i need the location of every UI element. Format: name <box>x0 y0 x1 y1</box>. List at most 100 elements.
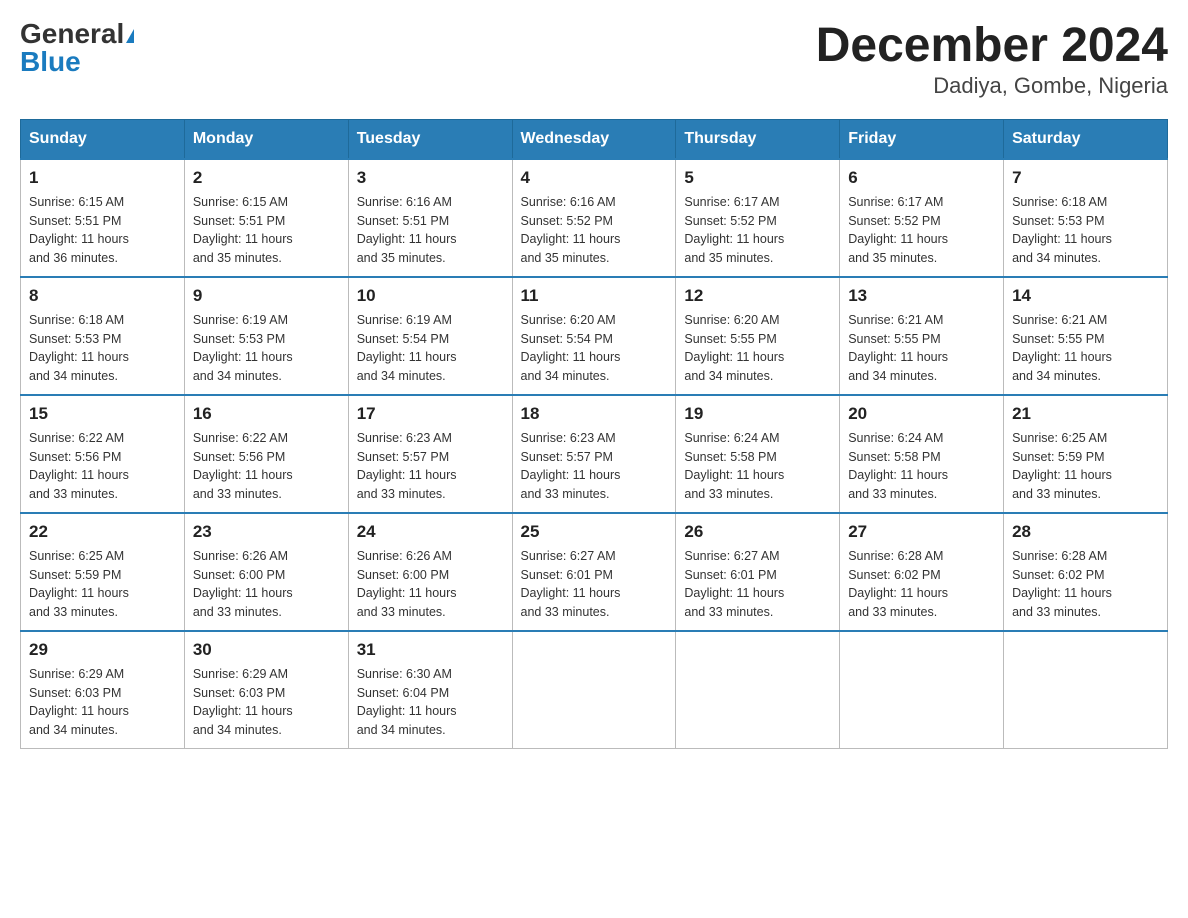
calendar-cell: 9 Sunrise: 6:19 AM Sunset: 5:53 PM Dayli… <box>184 277 348 395</box>
day-number: 13 <box>848 286 995 306</box>
day-info: Sunrise: 6:27 AM Sunset: 6:01 PM Dayligh… <box>521 547 668 622</box>
day-info: Sunrise: 6:19 AM Sunset: 5:53 PM Dayligh… <box>193 311 340 386</box>
daylight-minutes: and 36 minutes. <box>29 251 118 265</box>
sunset-label: Sunset: 6:00 PM <box>357 568 449 582</box>
sunrise-label: Sunrise: 6:29 AM <box>193 667 288 681</box>
daylight-label: Daylight: 11 hours <box>193 468 293 482</box>
daylight-label: Daylight: 11 hours <box>193 586 293 600</box>
day-number: 28 <box>1012 522 1159 542</box>
day-number: 6 <box>848 168 995 188</box>
sunrise-label: Sunrise: 6:23 AM <box>521 431 616 445</box>
header-monday: Monday <box>184 119 348 159</box>
day-number: 10 <box>357 286 504 306</box>
calendar-cell <box>676 631 840 749</box>
day-number: 22 <box>29 522 176 542</box>
sunset-label: Sunset: 6:00 PM <box>193 568 285 582</box>
daylight-minutes: and 35 minutes. <box>521 251 610 265</box>
daylight-minutes: and 33 minutes. <box>848 605 937 619</box>
day-number: 5 <box>684 168 831 188</box>
day-info: Sunrise: 6:25 AM Sunset: 5:59 PM Dayligh… <box>29 547 176 622</box>
daylight-minutes: and 34 minutes. <box>357 369 446 383</box>
day-info: Sunrise: 6:17 AM Sunset: 5:52 PM Dayligh… <box>684 193 831 268</box>
sunrise-label: Sunrise: 6:20 AM <box>684 313 779 327</box>
sunrise-label: Sunrise: 6:17 AM <box>848 195 943 209</box>
daylight-label: Daylight: 11 hours <box>684 586 784 600</box>
day-info: Sunrise: 6:21 AM Sunset: 5:55 PM Dayligh… <box>1012 311 1159 386</box>
page-header: General Blue December 2024 Dadiya, Gombe… <box>20 20 1168 99</box>
day-info: Sunrise: 6:18 AM Sunset: 5:53 PM Dayligh… <box>29 311 176 386</box>
calendar-week-row-5: 29 Sunrise: 6:29 AM Sunset: 6:03 PM Dayl… <box>21 631 1168 749</box>
daylight-label: Daylight: 11 hours <box>193 232 293 246</box>
header-wednesday: Wednesday <box>512 119 676 159</box>
day-info: Sunrise: 6:23 AM Sunset: 5:57 PM Dayligh… <box>357 429 504 504</box>
title-section: December 2024 Dadiya, Gombe, Nigeria <box>816 20 1168 99</box>
day-number: 1 <box>29 168 176 188</box>
calendar-cell: 25 Sunrise: 6:27 AM Sunset: 6:01 PM Dayl… <box>512 513 676 631</box>
daylight-label: Daylight: 11 hours <box>684 232 784 246</box>
sunset-label: Sunset: 6:02 PM <box>1012 568 1104 582</box>
daylight-label: Daylight: 11 hours <box>848 350 948 364</box>
month-title: December 2024 <box>816 20 1168 73</box>
sunset-label: Sunset: 5:51 PM <box>29 214 121 228</box>
daylight-minutes: and 33 minutes. <box>357 605 446 619</box>
day-number: 30 <box>193 640 340 660</box>
sunrise-label: Sunrise: 6:22 AM <box>193 431 288 445</box>
daylight-minutes: and 34 minutes. <box>1012 369 1101 383</box>
day-info: Sunrise: 6:20 AM Sunset: 5:54 PM Dayligh… <box>521 311 668 386</box>
daylight-minutes: and 35 minutes. <box>848 251 937 265</box>
daylight-minutes: and 34 minutes. <box>29 723 118 737</box>
sunrise-label: Sunrise: 6:18 AM <box>1012 195 1107 209</box>
day-info: Sunrise: 6:28 AM Sunset: 6:02 PM Dayligh… <box>1012 547 1159 622</box>
day-number: 21 <box>1012 404 1159 424</box>
daylight-minutes: and 33 minutes. <box>1012 487 1101 501</box>
sunset-label: Sunset: 6:01 PM <box>521 568 613 582</box>
sunrise-label: Sunrise: 6:29 AM <box>29 667 124 681</box>
daylight-minutes: and 35 minutes. <box>357 251 446 265</box>
header-sunday: Sunday <box>21 119 185 159</box>
day-info: Sunrise: 6:29 AM Sunset: 6:03 PM Dayligh… <box>29 665 176 740</box>
calendar-cell: 19 Sunrise: 6:24 AM Sunset: 5:58 PM Dayl… <box>676 395 840 513</box>
sunrise-label: Sunrise: 6:19 AM <box>193 313 288 327</box>
calendar-cell <box>512 631 676 749</box>
day-info: Sunrise: 6:16 AM Sunset: 5:51 PM Dayligh… <box>357 193 504 268</box>
calendar-week-row-2: 8 Sunrise: 6:18 AM Sunset: 5:53 PM Dayli… <box>21 277 1168 395</box>
day-number: 15 <box>29 404 176 424</box>
day-number: 11 <box>521 286 668 306</box>
daylight-minutes: and 33 minutes. <box>29 605 118 619</box>
day-number: 24 <box>357 522 504 542</box>
logo-triangle-icon <box>126 29 134 43</box>
daylight-label: Daylight: 11 hours <box>1012 232 1112 246</box>
calendar-cell: 5 Sunrise: 6:17 AM Sunset: 5:52 PM Dayli… <box>676 159 840 277</box>
logo: General Blue <box>20 20 134 76</box>
daylight-minutes: and 34 minutes. <box>193 369 282 383</box>
day-info: Sunrise: 6:28 AM Sunset: 6:02 PM Dayligh… <box>848 547 995 622</box>
calendar-cell: 31 Sunrise: 6:30 AM Sunset: 6:04 PM Dayl… <box>348 631 512 749</box>
daylight-minutes: and 34 minutes. <box>357 723 446 737</box>
day-number: 23 <box>193 522 340 542</box>
daylight-label: Daylight: 11 hours <box>848 232 948 246</box>
calendar-table: Sunday Monday Tuesday Wednesday Thursday… <box>20 119 1168 749</box>
daylight-label: Daylight: 11 hours <box>357 586 457 600</box>
daylight-label: Daylight: 11 hours <box>357 704 457 718</box>
sunset-label: Sunset: 5:53 PM <box>193 332 285 346</box>
logo-general-text: General <box>20 18 124 49</box>
calendar-cell: 18 Sunrise: 6:23 AM Sunset: 5:57 PM Dayl… <box>512 395 676 513</box>
sunrise-label: Sunrise: 6:22 AM <box>29 431 124 445</box>
sunrise-label: Sunrise: 6:16 AM <box>521 195 616 209</box>
sunset-label: Sunset: 5:58 PM <box>684 450 776 464</box>
day-number: 27 <box>848 522 995 542</box>
calendar-cell: 28 Sunrise: 6:28 AM Sunset: 6:02 PM Dayl… <box>1004 513 1168 631</box>
sunrise-label: Sunrise: 6:30 AM <box>357 667 452 681</box>
daylight-label: Daylight: 11 hours <box>193 350 293 364</box>
daylight-label: Daylight: 11 hours <box>1012 350 1112 364</box>
daylight-minutes: and 33 minutes. <box>1012 605 1101 619</box>
sunrise-label: Sunrise: 6:28 AM <box>848 549 943 563</box>
day-info: Sunrise: 6:15 AM Sunset: 5:51 PM Dayligh… <box>193 193 340 268</box>
day-number: 2 <box>193 168 340 188</box>
daylight-minutes: and 35 minutes. <box>684 251 773 265</box>
daylight-label: Daylight: 11 hours <box>193 704 293 718</box>
sunset-label: Sunset: 5:58 PM <box>848 450 940 464</box>
calendar-cell: 16 Sunrise: 6:22 AM Sunset: 5:56 PM Dayl… <box>184 395 348 513</box>
daylight-label: Daylight: 11 hours <box>1012 468 1112 482</box>
daylight-minutes: and 34 minutes. <box>193 723 282 737</box>
